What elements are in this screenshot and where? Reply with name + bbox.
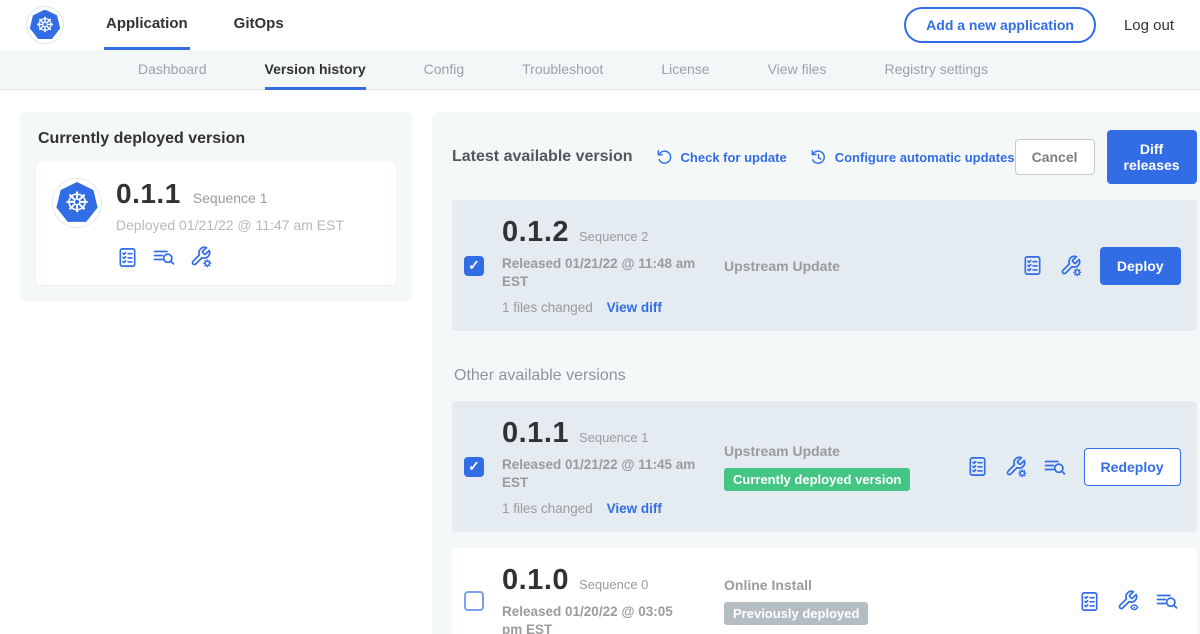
version-row-0-1-2: 0.1.2 Sequence 2 Released 01/21/22 @ 11:…: [452, 200, 1197, 331]
configure-updates-link[interactable]: Configure automatic updates: [809, 148, 1015, 167]
deployed-sequence-label: Sequence 1: [193, 190, 268, 206]
currently-deployed-badge: Currently deployed version: [724, 468, 910, 491]
sequence-label: Sequence 2: [579, 229, 648, 244]
tab-config[interactable]: Config: [424, 50, 464, 90]
top-header: ☸ Application GitOps Add a new applicati…: [0, 0, 1200, 50]
tab-troubleshoot[interactable]: Troubleshoot: [522, 50, 603, 90]
version-info: 0.1.2 Sequence 2 Released 01/21/22 @ 11:…: [502, 216, 696, 315]
tab-registry-settings[interactable]: Registry settings: [884, 50, 987, 90]
version-checkbox[interactable]: [464, 256, 484, 276]
deploy-logs-icon[interactable]: [1043, 455, 1067, 479]
nav-tab-application[interactable]: Application: [104, 0, 190, 50]
tab-dashboard[interactable]: Dashboard: [138, 50, 207, 90]
deploy-logs-icon[interactable]: [1155, 589, 1179, 613]
preflight-checks-icon[interactable]: [116, 246, 139, 269]
source-label: Online Install: [724, 577, 1078, 593]
main-content: Currently deployed version ☸ 0.1.1 Seque…: [0, 90, 1200, 634]
app-subnav: Dashboard Version history Config Trouble…: [0, 50, 1200, 90]
released-timestamp: Released 01/21/22 @ 11:45 am EST: [502, 456, 696, 491]
cancel-button[interactable]: Cancel: [1015, 139, 1095, 175]
edit-config-icon[interactable]: [1059, 254, 1083, 278]
tab-view-files[interactable]: View files: [768, 50, 827, 90]
version-info: 0.1.0 Sequence 0 Released 01/20/22 @ 03:…: [502, 564, 696, 634]
deployed-version-number: 0.1.1: [116, 178, 181, 210]
deployed-version-body: 0.1.1 Sequence 1 Deployed 01/21/22 @ 11:…: [116, 178, 344, 269]
add-new-application-button[interactable]: Add a new application: [904, 7, 1096, 43]
version-info: 0.1.1 Sequence 1 Released 01/21/22 @ 11:…: [502, 417, 696, 516]
kubernetes-app-icon: ☸: [56, 182, 98, 224]
files-changed-label: 1 files changed: [502, 300, 593, 315]
deployed-version-card: ☸ 0.1.1 Sequence 1 Deployed 01/21/22 @ 1…: [36, 162, 396, 285]
source-label: Upstream Update: [724, 443, 966, 459]
deployed-timestamp: Deployed 01/21/22 @ 11:47 am EST: [116, 217, 344, 233]
kubernetes-logo-icon: ☸: [30, 10, 61, 41]
deploy-logs-icon[interactable]: [152, 245, 176, 269]
view-config-icon[interactable]: [1116, 589, 1140, 613]
version-source: Upstream Update Currently deployed versi…: [724, 443, 966, 491]
nav-tab-gitops[interactable]: GitOps: [232, 0, 286, 50]
version-history-panel: Latest available version Check for updat…: [432, 112, 1200, 634]
version-number: 0.1.1: [502, 417, 569, 450]
app-icon: ☸: [52, 178, 102, 228]
sequence-label: Sequence 1: [579, 430, 648, 445]
sequence-label: Sequence 0: [579, 577, 648, 592]
version-actions-icons: [1021, 254, 1083, 278]
tab-license[interactable]: License: [661, 50, 709, 90]
deploy-button[interactable]: Deploy: [1100, 247, 1181, 285]
version-actions-icons: [966, 455, 1067, 479]
check-for-update-link[interactable]: Check for update: [655, 148, 787, 167]
version-checkbox[interactable]: [464, 457, 484, 477]
view-diff-link[interactable]: View diff: [607, 300, 662, 315]
preflight-checks-icon[interactable]: [966, 455, 989, 478]
preflight-checks-icon[interactable]: [1021, 254, 1044, 277]
diff-releases-button[interactable]: Diff releases: [1107, 130, 1197, 184]
tab-version-history[interactable]: Version history: [265, 50, 366, 90]
version-source: Online Install Previously deployed: [724, 577, 1078, 625]
other-versions-title: Other available versions: [454, 367, 1197, 385]
currently-deployed-title: Currently deployed version: [38, 130, 396, 148]
preflight-checks-icon[interactable]: [1078, 590, 1101, 613]
edit-config-icon[interactable]: [1004, 455, 1028, 479]
redeploy-button[interactable]: Redeploy: [1084, 448, 1181, 486]
version-number: 0.1.2: [502, 216, 569, 249]
view-diff-link[interactable]: View diff: [607, 501, 662, 516]
released-timestamp: Released 01/20/22 @ 03:05 pm EST: [502, 603, 696, 634]
automatic-updates-icon: [809, 148, 828, 167]
latest-version-header: Latest available version Check for updat…: [452, 130, 1197, 184]
version-row-0-1-1: 0.1.1 Sequence 1 Released 01/21/22 @ 11:…: [452, 401, 1197, 532]
currently-deployed-panel: Currently deployed version ☸ 0.1.1 Seque…: [20, 112, 412, 301]
configure-updates-label: Configure automatic updates: [835, 150, 1015, 165]
edit-config-icon[interactable]: [189, 245, 213, 269]
app-logo: ☸: [26, 6, 64, 44]
source-label: Upstream Update: [724, 258, 1021, 274]
header-nav: Application GitOps: [104, 0, 328, 50]
version-source: Upstream Update: [724, 258, 1021, 274]
version-checkbox[interactable]: [464, 591, 484, 611]
check-for-update-label: Check for update: [681, 150, 787, 165]
files-changed-label: 1 files changed: [502, 501, 593, 516]
previously-deployed-badge: Previously deployed: [724, 602, 868, 625]
released-timestamp: Released 01/21/22 @ 11:48 am EST: [502, 255, 696, 290]
version-actions-icons: [1078, 589, 1179, 613]
latest-version-title: Latest available version: [452, 148, 633, 166]
version-number: 0.1.0: [502, 564, 569, 597]
version-row-0-1-0: 0.1.0 Sequence 0 Released 01/20/22 @ 03:…: [452, 548, 1197, 634]
logout-button[interactable]: Log out: [1124, 17, 1174, 34]
check-update-icon: [655, 148, 674, 167]
header-right: Add a new application Log out: [904, 7, 1200, 43]
